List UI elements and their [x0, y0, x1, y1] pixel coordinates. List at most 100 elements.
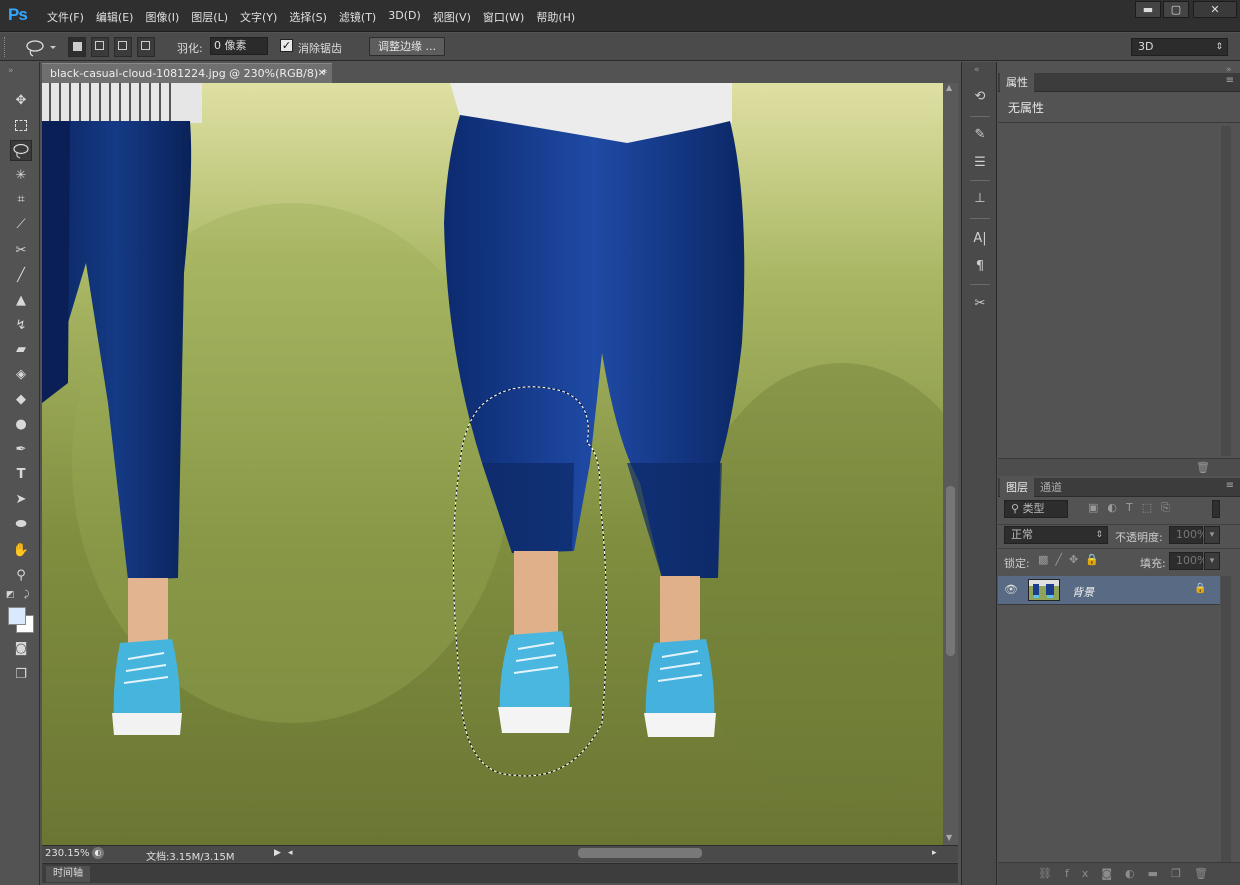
fill-dropdown-icon[interactable]: ▾ [1204, 552, 1220, 570]
layer-filter-kind[interactable]: ⚲ 类型 [1004, 500, 1068, 518]
layers-menu-icon[interactable]: ≡ [1226, 480, 1234, 491]
foreground-color-swatch[interactable] [8, 607, 26, 625]
zoom-level[interactable]: 230.15% [45, 848, 90, 859]
new-group-icon[interactable]: ▬ [1148, 867, 1171, 880]
tab-properties[interactable]: 属性 [1000, 73, 1034, 92]
default-colors-icon[interactable]: ◩ [6, 590, 15, 600]
menu-select[interactable]: 选择(S) [283, 9, 333, 25]
lock-transparent-icon[interactable]: ▩ [1038, 553, 1055, 566]
add-mask-icon[interactable]: ◙ [1101, 867, 1125, 880]
opacity-dropdown-icon[interactable]: ▾ [1204, 526, 1220, 544]
scroll-up-icon[interactable]: ▲ [946, 83, 952, 92]
delete-layer-icon[interactable]: 🗑 [1194, 867, 1221, 880]
character-panel-icon[interactable]: A| [968, 228, 992, 250]
quick-mask-icon[interactable]: ◙ [10, 638, 32, 659]
brush-presets-icon[interactable]: ✎ [968, 124, 992, 146]
pen-tool-icon[interactable]: ✒ [10, 439, 32, 460]
link-layers-icon[interactable]: ⛓ [1038, 867, 1065, 880]
intersect-selection-button[interactable] [137, 37, 155, 57]
tool-presets-icon[interactable]: ✂ [968, 293, 992, 315]
crop-tool-icon[interactable]: ⌗ [10, 189, 32, 210]
subtract-from-selection-button[interactable] [114, 37, 132, 57]
swap-colors-icon[interactable]: ⤸ [24, 590, 29, 600]
trash-icon[interactable]: 🗑 [1196, 461, 1210, 474]
lasso-tool-icon[interactable] [10, 140, 32, 161]
smartobject-filter-icon[interactable]: ⎘ [1161, 501, 1179, 514]
lock-position-icon[interactable]: ✥ [1069, 553, 1085, 566]
horizontal-scroll-thumb[interactable] [578, 848, 702, 858]
healing-brush-tool-icon[interactable]: ✂ [10, 240, 32, 261]
type-filter-icon[interactable]: T [1126, 501, 1142, 514]
tab-layers[interactable]: 图层 [1000, 478, 1034, 497]
paint-bucket-tool-icon[interactable]: ◈ [10, 364, 32, 385]
eyedropper-tool-icon[interactable]: ⟋ [10, 214, 32, 235]
add-to-selection-button[interactable] [91, 37, 109, 57]
document-tab[interactable]: black-casual-cloud-1081224.jpg @ 230%(RG… [42, 63, 332, 83]
document-canvas[interactable] [42, 83, 943, 845]
ellipse-tool-icon[interactable]: ⬬ [10, 514, 32, 535]
menu-file[interactable]: 文件(F) [41, 9, 90, 25]
tab-channels[interactable]: 通道 [1034, 478, 1068, 497]
history-brush-tool-icon[interactable]: ↯ [10, 315, 32, 336]
scroll-down-icon[interactable]: ▼ [946, 833, 952, 842]
timeline-tab[interactable]: 时间轴 [46, 866, 90, 882]
clone-source-icon[interactable]: ⊥ [968, 188, 992, 210]
maximize-button[interactable]: ▢ [1163, 1, 1189, 18]
clone-stamp-tool-icon[interactable]: ▲ [10, 290, 32, 311]
hand-tool-icon[interactable]: ✋ [10, 540, 32, 561]
minimize-button[interactable]: ▬ [1135, 1, 1161, 18]
shape-filter-icon[interactable]: ⬚ [1142, 501, 1161, 514]
opacity-input[interactable]: 100% [1169, 526, 1207, 544]
adjustments-icon[interactable]: ☰ [968, 152, 992, 174]
blur-tool-icon[interactable]: ◆ [10, 389, 32, 410]
status-info-icon[interactable]: ◐ [92, 847, 104, 859]
eraser-tool-icon[interactable]: ▰ [10, 339, 32, 360]
filter-toggle[interactable] [1212, 500, 1220, 518]
magic-wand-tool-icon[interactable]: ✳ [10, 165, 32, 186]
vertical-scrollbar[interactable]: ▲ ▼ [943, 83, 958, 845]
close-window-button[interactable]: ✕ [1193, 1, 1237, 18]
scroll-right-icon[interactable]: ▸ [932, 848, 937, 858]
workspace-select[interactable]: 3D ⇕ [1131, 38, 1228, 56]
fill-input[interactable]: 100% [1169, 552, 1207, 570]
marquee-tool-icon[interactable] [10, 115, 32, 136]
antialias-checkbox[interactable]: ✓ [280, 39, 293, 52]
feather-input[interactable]: 0 像素 [210, 37, 268, 55]
new-selection-button[interactable] [68, 37, 86, 57]
close-document-icon[interactable]: ✕ [318, 64, 326, 84]
menu-help[interactable]: 帮助(H) [530, 9, 581, 25]
paragraph-panel-icon[interactable]: ¶ [968, 256, 992, 278]
layer-visibility-eye-icon[interactable]: 👁 [1004, 583, 1018, 596]
menu-type[interactable]: 文字(Y) [234, 9, 283, 25]
zoom-tool-icon[interactable]: ⚲ [10, 565, 32, 586]
layer-name[interactable]: 背景 [1072, 584, 1094, 600]
status-menu-arrow-icon[interactable]: ▶ [274, 848, 281, 858]
menu-view[interactable]: 视图(V) [427, 9, 477, 25]
type-tool-icon[interactable]: T [10, 464, 32, 485]
lasso-preset-picker[interactable] [22, 36, 58, 58]
history-panel-icon[interactable]: ⟲ [968, 86, 992, 108]
menu-image[interactable]: 图像(I) [139, 9, 185, 25]
strip-collapse-icon[interactable]: « [974, 65, 980, 75]
screen-mode-icon[interactable]: ❐ [10, 664, 32, 685]
move-tool-icon[interactable]: ✥ [10, 90, 32, 111]
properties-scrollbar[interactable] [1221, 126, 1231, 456]
blend-mode-select[interactable]: 正常 ⇕ [1004, 526, 1108, 544]
lock-pixels-icon[interactable]: ╱ [1055, 553, 1069, 566]
vertical-scroll-thumb[interactable] [946, 486, 955, 656]
adjustment-filter-icon[interactable]: ◐ [1107, 501, 1126, 514]
menu-layer[interactable]: 图层(L) [185, 9, 234, 25]
new-layer-icon[interactable]: ❐ [1171, 867, 1194, 880]
lock-all-icon[interactable]: 🔒 [1085, 553, 1106, 566]
menu-filter[interactable]: 滤镜(T) [333, 9, 382, 25]
refine-edge-button[interactable]: 调整边缘 ... [369, 37, 445, 56]
image-filter-icon[interactable]: ▣ [1088, 501, 1107, 514]
layer-row[interactable]: 👁 背景 🔒 [998, 576, 1220, 605]
menu-3d[interactable]: 3D(D) [382, 9, 427, 25]
brush-tool-icon[interactable]: ╱ [10, 265, 32, 286]
layers-scrollbar[interactable] [1221, 576, 1231, 862]
properties-menu-icon[interactable]: ≡ [1226, 75, 1234, 86]
adjustment-layer-icon[interactable]: ◐ [1125, 867, 1148, 880]
toolbox-collapse-icon[interactable]: » [8, 66, 14, 76]
dodge-tool-icon[interactable]: ● [10, 414, 32, 435]
